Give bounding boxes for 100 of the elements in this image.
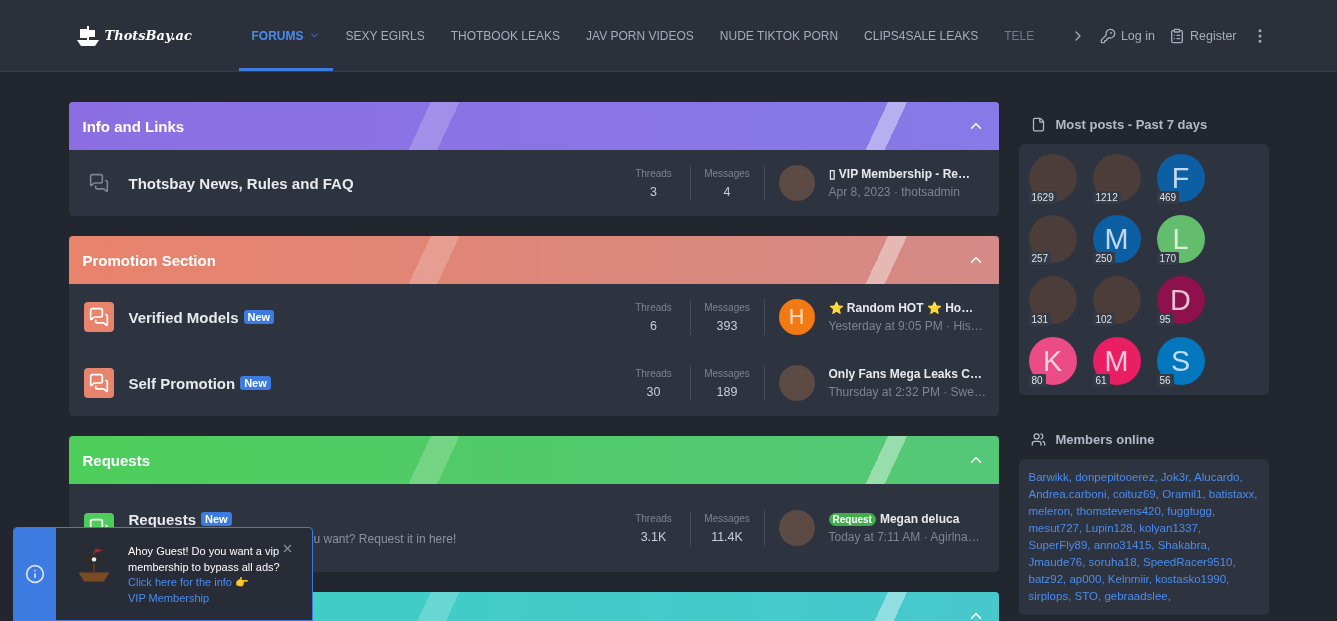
widget-title: Most posts - Past 7 days	[1055, 117, 1208, 132]
member-link[interactable]: kolyan1337,	[1139, 522, 1202, 534]
post-count: 61	[1092, 374, 1110, 387]
forum-description: u want? Request it in here!	[312, 531, 458, 546]
messages-label: Messages	[704, 167, 750, 179]
latest-thread-link[interactable]: Megan deluca	[879, 512, 960, 526]
category-title[interactable]: Info and Links	[82, 117, 185, 135]
nav-tab[interactable]: TELE	[991, 0, 1048, 71]
user-avatar[interactable]: H	[778, 299, 815, 335]
new-badge: New	[243, 310, 275, 324]
latest-post-meta: Today at 7:11 AM · Agirlna…	[828, 530, 980, 544]
avatar-photo-placeholder[interactable]	[1028, 215, 1077, 263]
request-prefix: Request	[828, 512, 876, 526]
latest-post-meta: Apr 8, 2023 · thotsadmin	[828, 185, 961, 199]
member-link[interactable]: thomstevens420,	[1076, 505, 1165, 517]
forum-title[interactable]: Verified Models	[128, 308, 239, 326]
nav-tab[interactable]: NUDE TIKTOK PORN	[706, 0, 852, 71]
forum-title[interactable]: Requests	[128, 510, 197, 528]
member-link[interactable]: Alucardo,	[1194, 471, 1243, 483]
category-title[interactable]: Promotion Section	[82, 251, 216, 269]
post-count: 250	[1092, 252, 1116, 265]
post-count: 469	[1156, 191, 1180, 204]
threads-label: Threads	[635, 512, 672, 524]
site-logo[interactable]: ThotsBay.ac	[104, 28, 192, 43]
post-count: 102	[1092, 313, 1116, 326]
nav-tab[interactable]: THOTBOOK LEAKS	[437, 0, 573, 71]
avatar-photo-placeholder[interactable]	[1028, 154, 1077, 202]
member-link[interactable]: coituz69,	[1112, 488, 1159, 500]
avatar-photo-placeholder[interactable]	[1028, 276, 1077, 324]
member-link[interactable]: gebraadslee,	[1104, 590, 1171, 602]
member-link[interactable]: soruha18,	[1088, 556, 1140, 568]
latest-post-meta: Thursday at 2:32 PM · Swe…	[828, 385, 986, 399]
nav-tab[interactable]: CLIPS4SALE LEAKS	[851, 0, 992, 71]
member-link[interactable]: Kelnmiir,	[1107, 573, 1152, 585]
member-link[interactable]: Andrea.carboni,	[1028, 488, 1110, 500]
member-link[interactable]: kostasko1990,	[1155, 573, 1230, 585]
member-link[interactable]: Lupin128,	[1085, 522, 1136, 534]
post-count: 257	[1028, 252, 1052, 265]
member-link[interactable]: batistaxx,	[1208, 488, 1258, 500]
messages-count: 4	[723, 184, 731, 199]
messages-count: 393	[716, 318, 738, 333]
member-link[interactable]: SpeedRacer9510,	[1142, 556, 1236, 568]
threads-count: 3.1K	[640, 529, 667, 544]
member-link[interactable]: Jok3r,	[1160, 471, 1192, 483]
nav-tab[interactable]: SEXY EGIRLS	[332, 0, 438, 71]
threads-label: Threads	[635, 301, 672, 313]
info-link[interactable]: Click here for the info 👉	[128, 576, 249, 588]
member-link[interactable]: mesut727,	[1028, 522, 1083, 534]
document-icon	[1030, 117, 1046, 132]
clipboard-icon	[1168, 27, 1185, 44]
member-link[interactable]: donpepitooerez,	[1075, 471, 1158, 483]
member-link[interactable]: sirplops,	[1028, 590, 1072, 602]
login-link[interactable]: Log in	[1099, 27, 1155, 44]
forum-title[interactable]: Thotsbay News, Rules and FAQ	[128, 174, 354, 192]
member-link[interactable]: batz92,	[1028, 573, 1067, 585]
threads-count: 30	[646, 384, 661, 399]
post-count: 95	[1156, 313, 1174, 326]
latest-thread-link[interactable]: ▯ VIP Membership - Re…	[828, 167, 970, 181]
member-link[interactable]: Jmaude76,	[1028, 556, 1086, 568]
member-link[interactable]: anno31415,	[1093, 539, 1155, 551]
member-link[interactable]: Barwikk,	[1028, 471, 1072, 483]
member-link[interactable]: SuperFly89,	[1028, 539, 1091, 551]
member-link[interactable]: meleron,	[1028, 505, 1074, 517]
nav-tab[interactable]: FORUMS	[238, 0, 333, 71]
vip-membership-link[interactable]: VIP Membership	[128, 591, 210, 604]
latest-thread-link[interactable]: Only Fans Mega Leaks C…	[828, 367, 982, 381]
messages-count: 11.4K	[711, 529, 743, 544]
users-icon	[1030, 432, 1046, 447]
post-count: 56	[1156, 374, 1174, 387]
latest-post-meta: Yesterday at 9:05 PM · His…	[828, 319, 983, 333]
post-count: 1212	[1092, 191, 1121, 204]
messages-count: 189	[716, 384, 738, 399]
member-link[interactable]: STO,	[1074, 590, 1102, 602]
post-count: 80	[1028, 374, 1046, 387]
member-link[interactable]: ap000,	[1069, 573, 1105, 585]
latest-thread-link[interactable]: ⭐ Random HOT ⭐ Ho…	[828, 301, 974, 315]
member-link[interactable]: fuggtugg,	[1167, 505, 1216, 517]
widget-title: Members online	[1055, 432, 1155, 447]
forum-title[interactable]: Self Promotion	[128, 374, 236, 392]
post-count: 131	[1028, 313, 1052, 326]
avatar-photo-placeholder[interactable]	[1092, 276, 1141, 324]
register-link[interactable]: Register	[1168, 27, 1237, 44]
threads-label: Threads	[635, 367, 672, 379]
messages-label: Messages	[704, 301, 750, 313]
threads-count: 3	[650, 184, 657, 199]
ship-logo-icon	[74, 23, 101, 48]
new-badge: New	[240, 376, 271, 390]
messages-label: Messages	[704, 367, 750, 379]
messages-label: Messages	[704, 512, 750, 524]
notice-text: Ahoy Guest! Do you want a vip membership to bypass all ads? Click here for the info 👉 VIP Membership	[128, 544, 281, 606]
key-icon	[1099, 27, 1116, 44]
new-badge: New	[201, 512, 232, 526]
member-link[interactable]: Shakabra,	[1157, 539, 1211, 551]
threads-label: Threads	[635, 167, 672, 179]
close-icon[interactable]	[281, 542, 294, 555]
post-count: 1629	[1028, 191, 1057, 204]
avatar-photo-placeholder[interactable]	[1092, 154, 1141, 202]
category-title[interactable]: Requests	[82, 451, 151, 469]
nav-tab[interactable]: JAV PORN VIDEOS	[573, 0, 707, 71]
member-link[interactable]: Oramil1,	[1162, 488, 1206, 500]
